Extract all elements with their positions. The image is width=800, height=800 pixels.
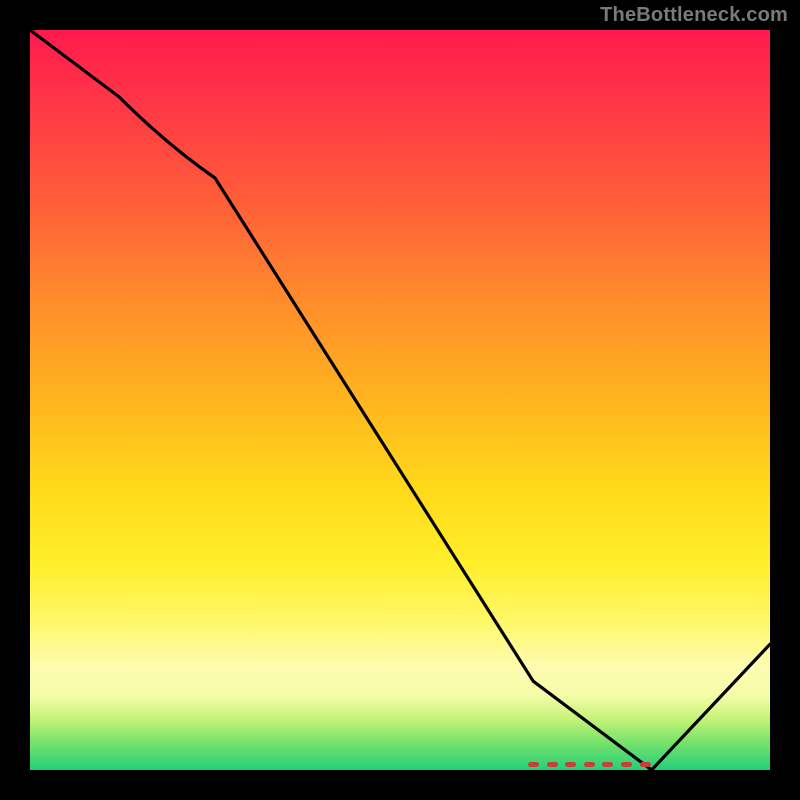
chart-stage: TheBottleneck.com <box>0 0 800 800</box>
plot-area <box>30 30 770 770</box>
baseline-dash <box>528 762 539 767</box>
baseline-dash <box>565 762 576 767</box>
baseline-dash <box>640 762 651 767</box>
bottleneck-curve <box>30 30 770 770</box>
line-chart-svg <box>30 30 770 770</box>
baseline-dash <box>621 762 632 767</box>
baseline-dash <box>602 762 613 767</box>
baseline-dash <box>547 762 558 767</box>
baseline-dash <box>584 762 595 767</box>
watermark-text: TheBottleneck.com <box>600 4 788 27</box>
